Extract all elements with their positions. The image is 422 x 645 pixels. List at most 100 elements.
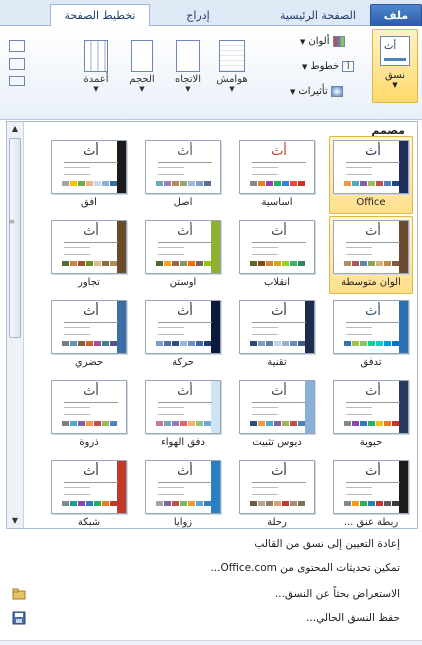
theme-label: انقلاب <box>263 277 290 288</box>
theme-swatch <box>156 181 163 186</box>
gallery-scrollbar[interactable]: ▲ ≡ ▼ <box>7 122 24 528</box>
theme-preview-lines <box>346 327 372 335</box>
theme-swatch <box>352 261 359 266</box>
theme-preview-rule <box>252 322 306 323</box>
theme-swatches <box>250 421 305 426</box>
theme-preview-title: أث <box>177 384 193 399</box>
theme-swatch <box>62 421 69 426</box>
theme-preview: أث <box>239 140 315 194</box>
theme-item[interactable]: أث انقلاب <box>235 216 319 294</box>
theme-accent-bar <box>211 301 220 353</box>
theme-swatch <box>266 181 273 186</box>
theme-accent-bar <box>211 461 220 513</box>
theme-swatch <box>384 181 391 186</box>
enable-updates-item[interactable]: تمكين تحديثات المحتوى من Office.com... <box>10 557 414 579</box>
theme-preview-lines <box>252 167 278 175</box>
theme-label: أساسية <box>261 197 293 208</box>
theme-swatch <box>368 181 375 186</box>
theme-swatch <box>94 501 101 506</box>
theme-preview-title: أث <box>177 464 193 479</box>
theme-label: Office <box>356 197 386 208</box>
theme-swatch <box>156 501 163 506</box>
theme-preview-lines <box>252 407 278 415</box>
size-button[interactable]: الحجم ▼ <box>122 40 162 93</box>
theme-swatch <box>164 341 171 346</box>
theme-swatch <box>94 181 101 186</box>
tab-file[interactable]: ملف <box>370 4 422 26</box>
fonts-button[interactable]: أ خطوط ▼ <box>302 61 355 72</box>
theme-item[interactable]: أث أوستن <box>141 216 225 294</box>
theme-item[interactable]: أث تقنية <box>235 296 319 374</box>
theme-preview-title: أث <box>365 384 381 399</box>
theme-item[interactable]: أث ألوان متوسطة <box>329 216 413 294</box>
theme-preview-title: أث <box>365 304 381 319</box>
theme-swatch <box>164 261 171 266</box>
orientation-button[interactable]: الاتجاه ▼ <box>168 40 208 93</box>
theme-preview-lines <box>346 167 372 175</box>
theme-item[interactable]: أث ذروة <box>47 376 131 454</box>
theme-item[interactable]: أث شبكة <box>47 456 131 534</box>
theme-item[interactable]: أث حيوية <box>329 376 413 454</box>
theme-swatch <box>180 341 187 346</box>
theme-accent-bar <box>117 221 126 273</box>
theme-swatch <box>62 181 69 186</box>
page-setup-more-button[interactable] <box>2 38 32 90</box>
theme-swatch <box>86 341 93 346</box>
scroll-down-icon[interactable]: ▼ <box>7 514 23 528</box>
theme-swatch <box>368 421 375 426</box>
tab-page-layout[interactable]: تخطيط الصفحة <box>50 4 150 27</box>
scroll-thumb[interactable] <box>9 138 21 338</box>
save-theme-item[interactable]: حفظ النسق الحالي... <box>10 607 414 629</box>
theme-item[interactable]: أث دفق الهواء <box>141 376 225 454</box>
theme-item[interactable]: أث حضري <box>47 296 131 374</box>
theme-swatch <box>384 341 391 346</box>
ribbon: أث نسق ▼ ألوان ▼ أ خطوط ▼ تأثيرات ▼ هوام… <box>0 26 422 120</box>
menu-resize-bar[interactable] <box>0 640 422 645</box>
theme-swatch <box>298 501 305 506</box>
theme-swatches <box>344 421 399 426</box>
theme-item[interactable]: أث أفق <box>47 136 131 214</box>
colors-label: ألوان <box>308 36 330 47</box>
margins-button[interactable]: هوامش ▼ <box>212 40 252 93</box>
theme-swatch <box>196 341 203 346</box>
browse-themes-item[interactable]: الاستعراض بحثاً عن النسق... <box>10 583 414 605</box>
tab-insert[interactable]: إدراج <box>168 4 228 26</box>
theme-swatch <box>250 181 257 186</box>
theme-swatch <box>282 501 289 506</box>
theme-item[interactable]: أث ربطة عنق ... <box>329 456 413 534</box>
theme-item[interactable]: أث ديوس تثبيت <box>235 376 319 454</box>
theme-item[interactable]: أث تدفق <box>329 296 413 374</box>
theme-swatch <box>70 421 77 426</box>
themes-button[interactable]: أث نسق ▼ <box>372 29 418 103</box>
columns-button[interactable]: أعمدة ▼ <box>76 40 116 93</box>
colors-button[interactable]: ألوان ▼ <box>300 36 345 47</box>
theme-item[interactable]: أث Office <box>329 136 413 214</box>
columns-icon <box>84 40 108 72</box>
theme-swatch <box>62 261 69 266</box>
theme-label: تقنية <box>267 357 287 368</box>
theme-preview-lines <box>158 247 184 255</box>
theme-item[interactable]: أث زوايا <box>141 456 225 534</box>
theme-swatch <box>258 421 265 426</box>
theme-swatch <box>196 261 203 266</box>
save-icon <box>12 611 26 625</box>
theme-swatch <box>344 181 351 186</box>
effects-button[interactable]: تأثيرات ▼ <box>290 86 343 97</box>
theme-label: حضري <box>74 357 104 368</box>
scroll-up-icon[interactable]: ▲ <box>7 122 23 136</box>
theme-item[interactable]: أث حركة <box>141 296 225 374</box>
theme-swatch <box>102 341 109 346</box>
theme-item[interactable]: أث أساسية <box>235 136 319 214</box>
theme-item[interactable]: أث أصل <box>141 136 225 214</box>
theme-accent-bar <box>305 141 314 193</box>
theme-swatch <box>110 421 117 426</box>
theme-item[interactable]: أث رحلة <box>235 456 319 534</box>
theme-item[interactable]: أث تجاور <box>47 216 131 294</box>
theme-swatch <box>360 421 367 426</box>
theme-preview: أث <box>145 220 221 274</box>
theme-swatch <box>376 501 383 506</box>
colors-icon <box>332 36 345 47</box>
reset-theme-item[interactable]: إعادة التعيين إلى نسق من القالب <box>10 533 414 555</box>
theme-swatch <box>376 421 383 426</box>
tab-home[interactable]: الصفحة الرئيسية <box>268 4 368 26</box>
